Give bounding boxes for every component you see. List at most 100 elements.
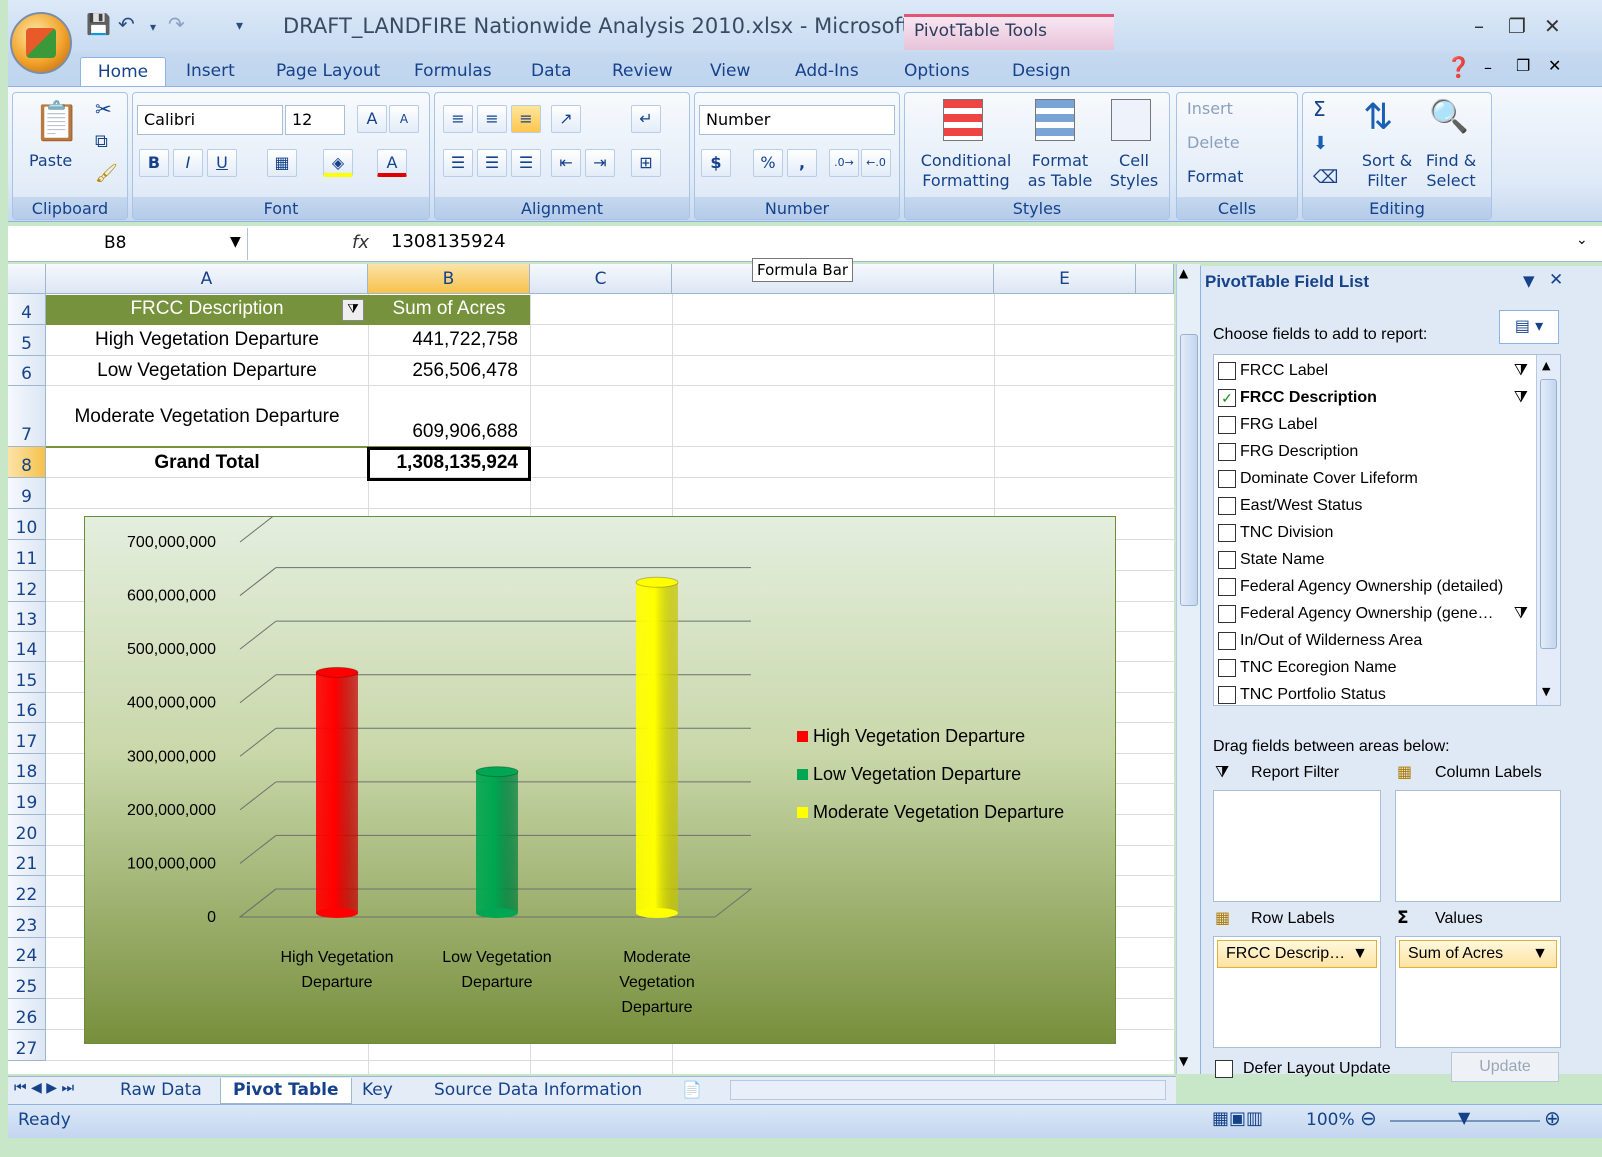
field-item[interactable]: TNC Portfolio Status [1218,681,1528,705]
value-field-dropdown-icon[interactable]: ▼ [1532,945,1548,963]
scroll-thumb[interactable] [1180,334,1198,606]
pivot-header-description[interactable]: FRCC Description [46,298,368,320]
pivot-grand-total-value[interactable]: 1,308,135,924 [368,452,518,474]
workbook-restore-icon[interactable]: ❐ [1516,56,1530,75]
row-header[interactable]: 15 [8,662,46,693]
align-middle-icon[interactable]: ≡ [477,105,507,133]
field-item[interactable]: State Name [1218,546,1528,573]
row-field-button[interactable]: FRCC Descrip… ▼ [1217,940,1377,968]
formula-input[interactable]: 1308135924 [391,231,506,252]
column-header-b[interactable]: B [368,264,530,294]
row-header[interactable]: 27 [8,1030,46,1061]
font-name-combo[interactable]: Calibri [137,105,283,135]
field-checkbox[interactable]: ✓ [1218,388,1236,407]
column-header-a[interactable]: A [46,264,368,294]
sheet-nav-arrows-icon[interactable]: ⏮ ◀ ▶ ⏭ [14,1080,74,1096]
cell-styles-icon[interactable] [1111,99,1151,141]
borders-icon[interactable]: ▦ [267,149,297,177]
scroll-up-icon[interactable]: ▲ [1179,266,1188,280]
percent-button[interactable]: % [753,149,783,177]
decrease-decimal-icon[interactable]: ←.0 [861,149,891,177]
align-left-icon[interactable]: ☰ [443,149,473,177]
field-item[interactable]: TNC Division [1218,519,1528,546]
font-color-icon[interactable]: A [377,149,407,177]
row-header[interactable]: 4 [8,294,46,325]
pivot-row-value[interactable]: 441,722,758 [368,329,518,351]
field-item[interactable]: TNC Ecoregion Name [1218,654,1528,681]
row-header[interactable]: 17 [8,723,46,754]
zoom-in-icon[interactable]: ⊕ [1544,1106,1561,1130]
row-header[interactable]: 13 [8,602,46,632]
help-icon[interactable]: ❓ [1446,55,1471,79]
field-scroll-down-icon[interactable]: ▼ [1542,685,1550,698]
field-checkbox[interactable] [1218,631,1236,650]
save-icon[interactable]: 💾 [86,12,111,36]
row-header[interactable]: 11 [8,540,46,571]
tab-view[interactable]: View [710,57,750,87]
find-select-button[interactable]: Find & Select [1419,151,1483,191]
close-button[interactable]: ✕ [1544,14,1561,38]
increase-indent-icon[interactable]: ⇥ [585,149,615,177]
minimize-button[interactable]: – [1474,14,1484,38]
row-header[interactable]: 9 [8,478,46,509]
sort-filter-icon[interactable]: ⇅ [1363,97,1393,138]
row-header[interactable]: 7 [8,386,46,447]
column-labels-zone[interactable] [1395,790,1561,902]
italic-button[interactable]: I [173,149,203,177]
zoom-thumb-icon[interactable]: ▼ [1458,1108,1470,1127]
workbook-close-icon[interactable]: ✕ [1548,56,1561,75]
row-header[interactable]: 24 [8,938,46,968]
vertical-scrollbar[interactable]: ▲ ▼ [1176,264,1200,1074]
row-header[interactable]: 18 [8,754,46,784]
shrink-font-icon[interactable]: A [389,105,419,133]
pivot-row-label[interactable]: Low Vegetation Departure [46,360,368,382]
number-format-combo[interactable]: Number [699,105,895,135]
column-header-c[interactable]: C [530,264,672,294]
fill-color-icon[interactable]: ◈ [323,149,353,177]
column-header-e[interactable]: E [994,264,1136,294]
view-buttons-icon[interactable]: ▦▣▥ [1212,1108,1263,1129]
office-button[interactable] [10,12,72,74]
merge-center-icon[interactable]: ⊞ [631,149,661,177]
panel-close-icon[interactable]: ✕ [1549,270,1563,290]
field-scroll-thumb[interactable] [1540,379,1557,649]
wrap-text-icon[interactable]: ↵ [631,105,661,133]
conditional-formatting-button[interactable]: Conditional Formatting [911,151,1021,191]
autosum-icon[interactable]: Σ [1313,97,1326,121]
insert-function-icon[interactable]: fx [352,232,369,253]
pivot-chart[interactable]: 0 100,000,000 200,000,000 300,000,000 400,00… [84,513,1116,1044]
cut-icon[interactable]: ✂ [95,97,112,121]
tab-insert[interactable]: Insert [186,57,235,87]
field-item[interactable]: FRG Description [1218,438,1528,465]
row-header[interactable]: 8 [8,447,46,478]
defer-layout-checkbox[interactable] [1215,1060,1233,1078]
row-header[interactable]: 14 [8,632,46,662]
row-header[interactable]: 25 [8,968,46,999]
tab-options[interactable]: Options [904,57,970,87]
row-header[interactable]: 5 [8,325,46,356]
format-as-table-button[interactable]: Format as Table [1021,151,1099,191]
copy-icon[interactable]: ⧉ [95,131,108,152]
scroll-down-icon[interactable]: ▼ [1179,1054,1188,1068]
conditional-formatting-icon[interactable] [943,99,983,141]
field-item[interactable]: FRG Label [1218,411,1528,438]
row-header[interactable]: 23 [8,907,46,938]
align-right-icon[interactable]: ☰ [511,149,541,177]
field-checkbox[interactable] [1218,442,1236,461]
column-header-f[interactable] [1136,264,1174,294]
align-center-icon[interactable]: ☰ [477,149,507,177]
name-box[interactable]: B8 [8,228,248,260]
bold-button[interactable]: B [139,149,169,177]
fill-icon[interactable]: ⬇ [1313,133,1328,154]
field-checkbox[interactable] [1218,604,1236,623]
field-scroll-up-icon[interactable]: ▲ [1542,359,1550,372]
field-item[interactable]: Federal Agency Ownership (detailed) [1218,573,1528,600]
tab-design[interactable]: Design [1012,57,1071,87]
pivot-header-sum[interactable]: Sum of Acres [368,298,530,320]
row-header[interactable]: 16 [8,693,46,723]
field-item[interactable]: Federal Agency Ownership (gene… ⧩ [1218,600,1528,627]
field-item[interactable]: East/West Status [1218,492,1528,519]
pivot-row-value[interactable]: 609,906,688 [368,421,518,443]
ribbon-minimize-icon[interactable]: – [1484,58,1492,77]
insert-cells-button[interactable]: Insert [1187,99,1233,118]
